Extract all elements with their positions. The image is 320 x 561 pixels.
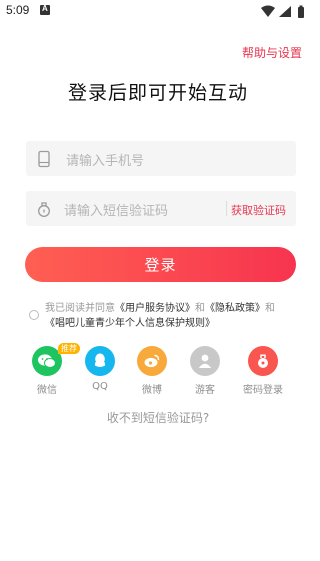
password-login-button[interactable]: 密码登录 [241,346,285,396]
password-login-label: 密码登录 [243,385,283,396]
get-code-button[interactable]: 获取验证码 [231,202,286,218]
qq-label: QQ [92,381,108,392]
privacy-policy-link[interactable]: 《隐私政策》 [205,303,265,314]
wifi-icon [261,5,275,17]
phone-placeholder: 请输入手机号 [66,154,145,169]
qq-icon [85,346,115,376]
children-policy-link[interactable]: 《唱吧儿童青少年个人信息保护规则》 [45,318,215,329]
guest-label: 游客 [195,385,215,396]
phone-input[interactable]: 请输入手机号 [26,141,296,176]
guest-icon [190,346,220,376]
agreement-prefix: 我已阅读并同意 [45,303,115,314]
weibo-label: 微博 [142,385,162,396]
code-divider [226,201,227,216]
no-code-help-link[interactable]: 收不到短信验证码? [0,409,316,426]
battery-icon [298,5,304,18]
user-agreement-link[interactable]: 《用户服务协议》 [115,303,195,314]
status-time: 5:09 [6,3,30,17]
wechat-label: 微信 [37,385,57,396]
guest-login-button[interactable]: 游客 [183,346,227,396]
verification-code-input[interactable]: 请输入短信验证码 获取验证码 [26,191,296,226]
agreement-text: 我已阅读并同意《用户服务协议》和《隐私政策》和 《唱吧儿童青少年个人信息保护规则》 [45,301,295,331]
social-login-row: 微信 推荐 QQ 微博 游客 密码登录 [0,343,316,396]
agreement-checkbox[interactable] [29,310,39,320]
code-placeholder: 请输入短信验证码 [64,204,169,219]
login-button-label: 登录 [144,256,177,274]
signal-icon [279,6,291,17]
recommend-badge: 推荐 [58,343,80,354]
status-bar: 5:09 A [0,0,316,22]
notification-icon: A [40,4,50,15]
weibo-icon [137,346,167,376]
password-login-icon [248,346,278,376]
page-title: 登录后即可开始互动 [67,82,248,104]
help-settings-link[interactable]: 帮助与设置 [242,44,302,61]
lock-icon [36,200,52,218]
weibo-login-button[interactable]: 微博 [130,346,174,396]
qq-login-button[interactable]: QQ [78,346,122,392]
agreement-and-2: 和 [265,303,275,314]
notification-letter: A [42,4,48,13]
phone-icon [36,150,52,168]
login-button[interactable]: 登录 [25,247,296,282]
agreement-and-1: 和 [195,303,205,314]
status-icons [260,4,310,18]
